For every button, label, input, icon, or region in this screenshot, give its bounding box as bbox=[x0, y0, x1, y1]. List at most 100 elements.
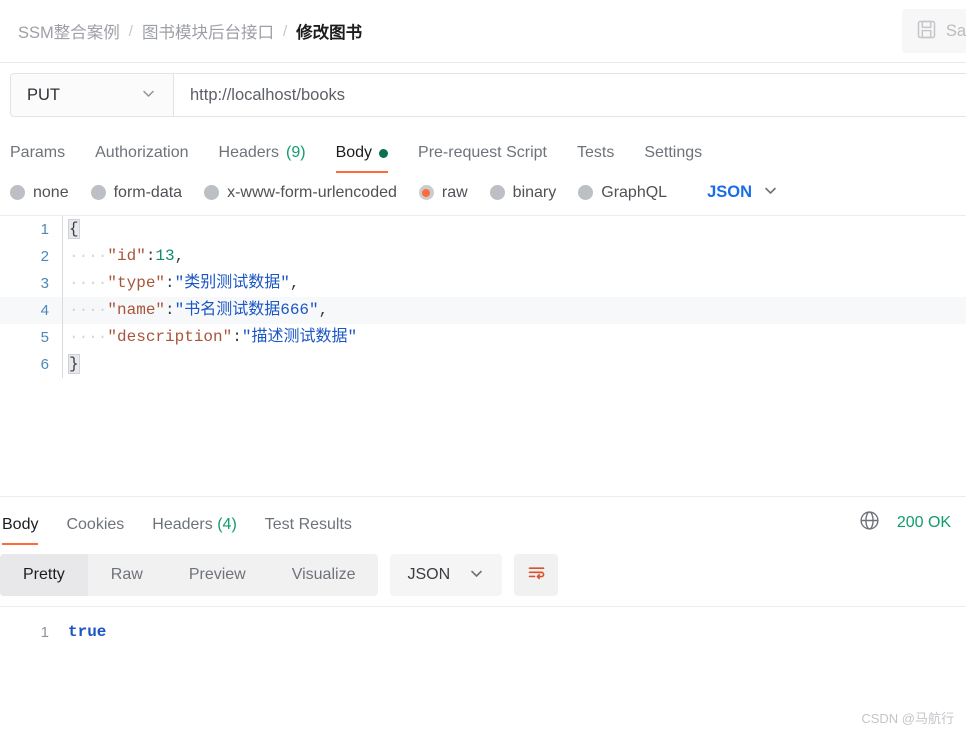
json-key: "name" bbox=[107, 301, 165, 319]
breadcrumb-item-folder[interactable]: 图书模块后台接口 bbox=[142, 19, 274, 43]
tab-settings[interactable]: Settings bbox=[644, 144, 702, 173]
body-type-form-data[interactable]: form-data bbox=[91, 184, 182, 202]
body-type-options: none form-data x-www-form-urlencoded raw… bbox=[0, 173, 966, 215]
word-wrap-button[interactable] bbox=[514, 554, 558, 596]
line-number: 5 bbox=[0, 324, 62, 351]
view-mode-visualize-label: Visualize bbox=[292, 566, 356, 584]
tab-authorization-label: Authorization bbox=[95, 144, 188, 162]
tab-params[interactable]: Params bbox=[10, 144, 65, 173]
body-format-select[interactable]: JSON bbox=[707, 182, 779, 203]
view-mode-raw[interactable]: Raw bbox=[88, 554, 166, 596]
response-code-line: 1 true bbox=[0, 619, 966, 645]
json-string: "书名测试数据666" bbox=[175, 301, 319, 319]
response-body-value: true bbox=[62, 623, 106, 641]
code-text: } bbox=[62, 351, 966, 378]
line-number: 3 bbox=[0, 270, 62, 297]
json-colon: : bbox=[165, 274, 175, 292]
save-button[interactable]: Sa bbox=[902, 9, 966, 53]
line-number: 6 bbox=[0, 351, 62, 378]
response-tab-body[interactable]: Body bbox=[2, 516, 38, 545]
view-mode-preview[interactable]: Preview bbox=[166, 554, 269, 596]
json-string: "描述测试数据" bbox=[242, 328, 357, 346]
response-body-viewer[interactable]: 1 true bbox=[0, 606, 966, 666]
response-tab-headers-count: (4) bbox=[217, 516, 237, 533]
tab-headers[interactable]: Headers (9) bbox=[219, 144, 306, 173]
request-body-editor[interactable]: 1 { 2 ····"id":13, 3 ····"type":"类别测试数据"… bbox=[0, 215, 966, 497]
tab-body[interactable]: Body bbox=[336, 144, 388, 173]
tab-headers-count: (9) bbox=[286, 144, 306, 162]
indent-guide: ···· bbox=[69, 247, 107, 265]
brace-token: { bbox=[69, 220, 79, 238]
globe-icon[interactable] bbox=[858, 509, 881, 536]
code-text: ····"name":"书名测试数据666", bbox=[62, 297, 966, 324]
line-number: 2 bbox=[0, 243, 62, 270]
json-key: "description" bbox=[107, 328, 232, 346]
json-colon: : bbox=[165, 301, 175, 319]
response-format-select[interactable]: JSON bbox=[390, 554, 502, 596]
body-type-raw[interactable]: raw bbox=[419, 184, 468, 202]
radio-icon bbox=[91, 185, 106, 200]
json-key: "type" bbox=[107, 274, 165, 292]
code-line: 4 ····"name":"书名测试数据666", bbox=[0, 297, 966, 324]
save-button-label: Sa bbox=[946, 22, 966, 41]
response-tab-cookies-label: Cookies bbox=[66, 516, 124, 533]
body-type-graphql-label: GraphQL bbox=[601, 184, 667, 202]
indent-guide: ···· bbox=[69, 301, 107, 319]
response-tab-test-results-label: Test Results bbox=[265, 516, 352, 533]
response-tab-test-results[interactable]: Test Results bbox=[265, 516, 352, 545]
response-tab-body-label: Body bbox=[2, 516, 38, 533]
view-mode-pretty[interactable]: Pretty bbox=[0, 554, 88, 596]
breadcrumb-bar: SSM整合案例 / 图书模块后台接口 / 修改图书 Sa bbox=[0, 0, 966, 63]
body-type-urlencoded-label: x-www-form-urlencoded bbox=[227, 184, 397, 202]
breadcrumb-item-collection[interactable]: SSM整合案例 bbox=[18, 19, 120, 43]
watermark: CSDN @马航行 bbox=[861, 708, 954, 727]
http-method-select[interactable]: PUT bbox=[10, 73, 173, 117]
code-text: ····"id":13, bbox=[62, 243, 966, 270]
body-type-urlencoded[interactable]: x-www-form-urlencoded bbox=[204, 184, 397, 202]
body-type-raw-label: raw bbox=[442, 184, 468, 202]
tab-headers-label: Headers bbox=[219, 144, 279, 162]
body-type-form-data-label: form-data bbox=[114, 184, 182, 202]
radio-icon bbox=[10, 185, 25, 200]
body-type-binary[interactable]: binary bbox=[490, 184, 557, 202]
response-tab-headers-label: Headers bbox=[152, 516, 212, 533]
indent-guide: ···· bbox=[69, 328, 107, 346]
code-text: ····"type":"类别测试数据", bbox=[62, 270, 966, 297]
view-mode-preview-label: Preview bbox=[189, 566, 246, 584]
code-line: 1 { bbox=[0, 216, 966, 243]
breadcrumb-item-request[interactable]: 修改图书 bbox=[296, 19, 362, 43]
radio-icon bbox=[578, 185, 593, 200]
radio-icon bbox=[490, 185, 505, 200]
radio-icon bbox=[204, 185, 219, 200]
response-tab-cookies[interactable]: Cookies bbox=[66, 516, 124, 545]
code-line: 6 } bbox=[0, 351, 966, 378]
line-number: 1 bbox=[0, 624, 62, 641]
response-tab-headers[interactable]: Headers (4) bbox=[152, 516, 237, 545]
request-tabs: Params Authorization Headers (9) Body Pr… bbox=[0, 127, 966, 173]
view-mode-pretty-label: Pretty bbox=[23, 566, 65, 584]
json-colon: : bbox=[146, 247, 156, 265]
tab-pre-request-script[interactable]: Pre-request Script bbox=[418, 144, 547, 173]
brace-token: } bbox=[69, 355, 79, 373]
response-format-label: JSON bbox=[407, 566, 450, 584]
json-comma: , bbox=[175, 247, 185, 265]
response-tabs: Body Cookies Headers (4) Test Results 20… bbox=[0, 497, 966, 545]
body-type-none[interactable]: none bbox=[10, 184, 69, 202]
request-url-input[interactable]: http://localhost/books bbox=[173, 73, 966, 117]
code-line: 2 ····"id":13, bbox=[0, 243, 966, 270]
view-mode-visualize[interactable]: Visualize bbox=[269, 554, 379, 596]
tab-tests[interactable]: Tests bbox=[577, 144, 614, 173]
indent-guide: ···· bbox=[69, 274, 107, 292]
status-badge: 200 OK bbox=[897, 514, 951, 532]
tab-authorization[interactable]: Authorization bbox=[95, 144, 188, 173]
floppy-disk-icon bbox=[916, 19, 937, 44]
json-number: 13 bbox=[155, 247, 174, 265]
response-view-mode-group: Pretty Raw Preview Visualize bbox=[0, 554, 378, 596]
tab-params-label: Params bbox=[10, 144, 65, 162]
tab-body-label: Body bbox=[336, 144, 372, 162]
body-type-graphql[interactable]: GraphQL bbox=[578, 184, 667, 202]
breadcrumb-separator: / bbox=[129, 23, 133, 40]
chevron-down-icon bbox=[762, 182, 779, 203]
json-string: "类别测试数据" bbox=[175, 274, 290, 292]
body-type-none-label: none bbox=[33, 184, 69, 202]
